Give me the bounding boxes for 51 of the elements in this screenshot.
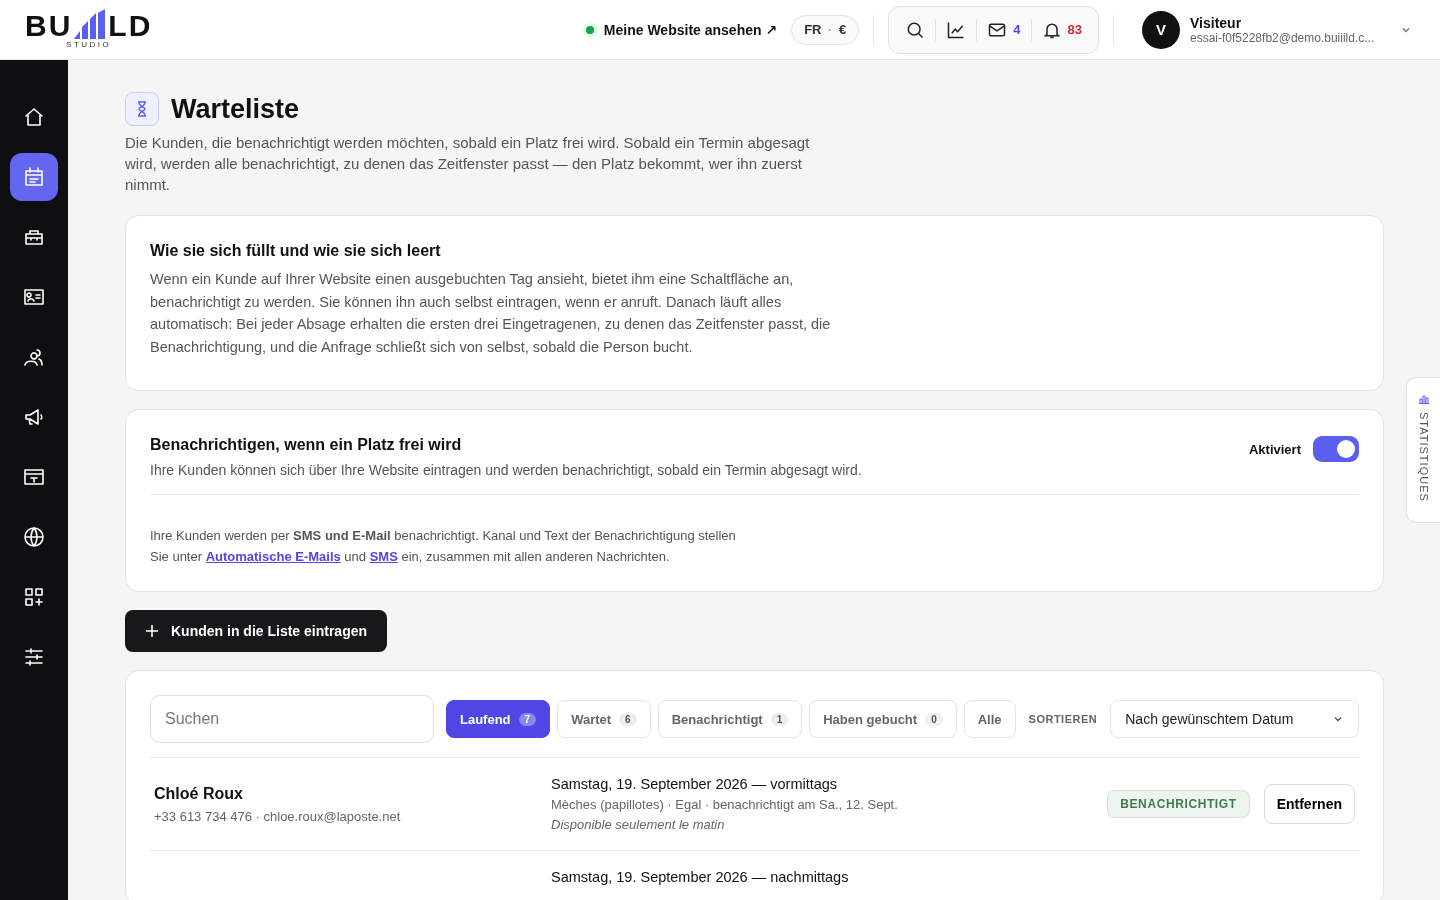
emails-link[interactable]: Automatische E-Mails xyxy=(205,549,341,564)
mail-button[interactable]: 4 xyxy=(977,19,1031,40)
sliders-icon xyxy=(22,645,46,669)
search-field[interactable]: Suchen xyxy=(150,695,434,743)
logo[interactable]: BU LD STUDIO xyxy=(25,9,153,50)
filter-tab[interactable]: Haben gebucht 0 xyxy=(809,700,957,738)
status-badge: BENACHRICHTIGT xyxy=(1107,790,1250,818)
sms-link[interactable]: SMS xyxy=(369,549,398,564)
user-menu[interactable]: V Visiteur essai-f0f5228fb2@demo.buiiild.c... xyxy=(1142,10,1412,49)
page-title: Warteliste xyxy=(171,93,300,125)
add-customer-button[interactable]: Kunden in die Liste eintragen xyxy=(125,610,388,652)
calendar-icon xyxy=(22,165,46,189)
notification-note: Ihre Kunden werden per SMS und E-Mail benachrichtigt. Kanal und Text der Benachrichtigung stellen Sie unter Automatische E-Mails und SMS ein, zusammen mit allen anderen Nachrichten. xyxy=(150,527,737,566)
user-name: Visiteur xyxy=(1190,14,1243,31)
sort-label: SORTIEREN xyxy=(1028,713,1098,725)
requested-date: Samstag, 19. September 2026 — vormittags xyxy=(551,776,839,792)
page-description: Die Kunden, die benachrichtigt werden möchten, sobald ein Platz frei wird. Sobald ein Termin abgesagt wird, werden alle benachrichtigt, zu denen das Zeitfenster passt — den Platz bekommt, wer ihn zuerst nimmt. xyxy=(125,133,811,195)
globe-icon xyxy=(22,525,46,549)
locale-button[interactable]: FR · € xyxy=(791,14,860,45)
user-avatar: V xyxy=(1142,10,1180,49)
website-link[interactable]: Meine Website ansehen ↗ xyxy=(603,21,778,38)
card-subtitle: Ihre Kunden können sich über Ihre Website eintragen und werden benachrichtigt, sobald ein Termin abgesagt wird. xyxy=(150,462,862,478)
card-text: Wenn ein Kunde auf Ihrer Website einen ausgebuchten Tag ansieht, bietet ihm eine Schaltfläche an, benachrichtigt zu werden. Sie können ihn auch selbst eintragen, wenn er anruft. Danach läuft alles automatisch: Bei jeder Absage erhalten die ersten drei Eingetragenen, zu denen das Zeitfenster passt, die Benachrichtigung, und die Anfrage schließt sich von selbst, sobald die Person bucht. xyxy=(150,270,832,357)
bar-chart-icon xyxy=(1417,394,1430,404)
calendar-nav-button[interactable] xyxy=(10,153,58,201)
notifications-button[interactable]: 83 xyxy=(1031,19,1092,40)
plus-icon xyxy=(145,624,159,638)
remove-button[interactable]: Entfernen xyxy=(1263,784,1355,824)
logo-text: BU xyxy=(25,13,73,39)
requested-date: Samstag, 19. September 2026 — nachmittags xyxy=(551,869,850,885)
toggle-label: Aktiviert xyxy=(1248,441,1301,457)
filter-tab[interactable]: Laufend 7 xyxy=(446,700,551,738)
customer-name: Chloé Roux xyxy=(154,784,244,803)
statistics-tab[interactable]: STATISTIQUES xyxy=(1406,377,1440,523)
customer-note: Disponible seulement le matin xyxy=(551,817,726,832)
home-icon xyxy=(22,105,46,129)
apps-icon xyxy=(22,585,46,609)
bars-icon xyxy=(73,9,108,39)
sort-dropdown[interactable]: Nach gewünschtem Datum xyxy=(1110,700,1359,738)
filter-tab[interactable]: Wartet 6 xyxy=(557,700,651,738)
user-email: essai-f0f5228fb2@demo.buiiild.c... xyxy=(1190,30,1376,45)
request-details: Mèches (papillotes) · Egal · benachrichtigt am Sa., 12. Sept. xyxy=(551,797,899,812)
logo-text: LD xyxy=(108,13,153,39)
card-title: Wie sie sich füllt und wie sie sich leert xyxy=(150,242,442,260)
customer-contact: +33 613 734 476 · chloe.roux@laposte.net xyxy=(154,808,402,824)
hourglass-icon xyxy=(125,92,159,126)
filter-tab[interactable]: Alle xyxy=(963,700,1016,738)
card-title: Benachrichtigen, wenn ein Platz frei wird xyxy=(150,436,463,454)
logo-subtitle: STUDIO xyxy=(66,40,112,50)
toggle-switch[interactable] xyxy=(1313,436,1359,462)
filter-tab[interactable]: Benachrichtigt 1 xyxy=(657,700,803,738)
